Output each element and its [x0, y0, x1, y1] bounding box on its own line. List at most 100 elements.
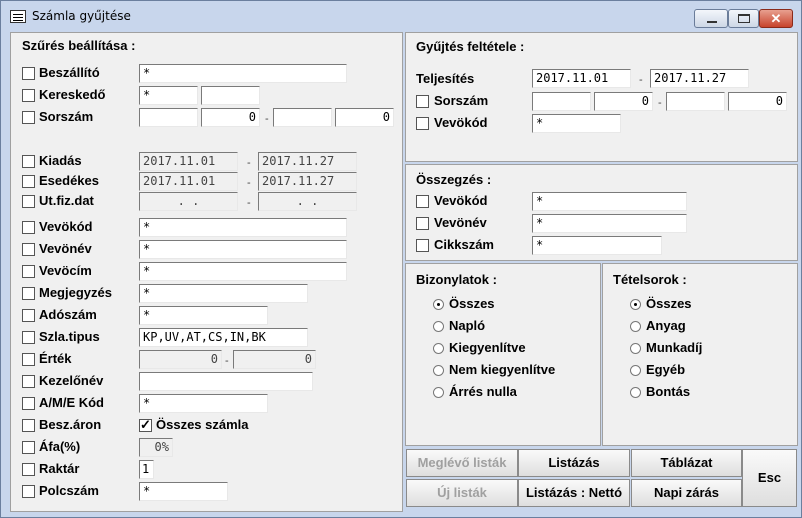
gyujtes-vevokod-input[interactable]: * [532, 114, 621, 133]
utfiz-from[interactable]: . . [139, 192, 238, 211]
sorszam-prefix-to[interactable] [273, 108, 332, 127]
bizonylatok-radio-nem-kiegyenlitve[interactable] [433, 365, 444, 376]
esc-button[interactable]: Esc [742, 449, 797, 507]
napi-zaras-button[interactable]: Napi zárás [631, 479, 742, 507]
ertek-to[interactable]: 0 [233, 350, 316, 369]
sorszam-checkbox[interactable] [22, 111, 35, 124]
kiadas-to[interactable]: 2017.11.27 [258, 152, 357, 171]
tetelsorok-radio-egyeb[interactable] [630, 365, 641, 376]
utfiz-checkbox[interactable] [22, 195, 35, 208]
tetelsorok-radio-osszes[interactable] [630, 299, 641, 310]
beszaron-checkbox[interactable] [22, 419, 35, 432]
sorszam-to[interactable]: 0 [335, 108, 394, 127]
beszaron-label: Besz.áron [39, 417, 102, 432]
beszallito-label: Beszállító [39, 65, 100, 80]
sorszam-prefix-from[interactable] [139, 108, 198, 127]
maximize-button[interactable] [728, 9, 759, 28]
gyujtes-sorszam-to[interactable]: 0 [728, 92, 787, 111]
kiadas-label: Kiadás [39, 153, 82, 168]
amekod-input[interactable]: * [139, 394, 268, 413]
teljesites-from[interactable]: 2017.11.01 [532, 69, 631, 88]
kiadas-checkbox[interactable] [22, 155, 35, 168]
vevocim-checkbox[interactable] [22, 265, 35, 278]
keresked-label: Kereskedő [39, 87, 106, 102]
tetelsorok-radio-anyag[interactable] [630, 321, 641, 332]
tablazat-button[interactable]: Táblázat [631, 449, 742, 477]
ertek-checkbox[interactable] [22, 353, 35, 366]
listazas-button[interactable]: Listázás [518, 449, 630, 477]
osszegzes-vevonev-checkbox[interactable] [416, 217, 429, 230]
vevokod-input[interactable]: * [139, 218, 347, 237]
gyujtes-panel: Gyűjtés feltétele : Teljesítés 2017.11.0… [405, 32, 798, 162]
vevokod-checkbox[interactable] [22, 221, 35, 234]
amekod-checkbox[interactable] [22, 397, 35, 410]
polcszam-checkbox[interactable] [22, 485, 35, 498]
osszegzes-vevonev-input[interactable]: * [532, 214, 687, 233]
raktar-checkbox[interactable] [22, 463, 35, 476]
close-button[interactable]: ✕ [759, 9, 793, 28]
keresked-input[interactable]: * [139, 86, 198, 105]
bizonylatok-radio-osszes[interactable] [433, 299, 444, 310]
tetelsorok-radio-bontas[interactable] [630, 387, 641, 398]
afa-input[interactable]: 0% [139, 438, 173, 457]
window: Számla gyűjtése ✕ Szűrés beállítása : Be… [0, 0, 802, 518]
tetelsorok-radio-munkadij[interactable] [630, 343, 641, 354]
gyujtes-sorszam-prefix-from[interactable] [532, 92, 591, 111]
adoszam-input[interactable]: * [139, 306, 268, 325]
title-bar[interactable]: Számla gyűjtése ✕ [1, 1, 801, 31]
uj-listak-button[interactable]: Új listák [406, 479, 518, 507]
osszegzes-cikkszam-checkbox[interactable] [416, 239, 429, 252]
keresked-checkbox[interactable] [22, 89, 35, 102]
megjegyzes-input[interactable]: * [139, 284, 308, 303]
afa-checkbox[interactable] [22, 441, 35, 454]
bizonylatok-option-label: Árrés nulla [449, 384, 517, 399]
vevocim-input[interactable]: * [139, 262, 347, 281]
app-icon[interactable] [10, 10, 26, 23]
keresked-input-2[interactable] [201, 86, 260, 105]
gyujtes-vevokod-checkbox[interactable] [416, 117, 429, 130]
esedekes-to[interactable]: 2017.11.27 [258, 172, 357, 191]
gyujtes-vevokod-label: Vevökód [434, 115, 488, 130]
sorszam-from[interactable]: 0 [201, 108, 260, 127]
esedekes-from[interactable]: 2017.11.01 [139, 172, 238, 191]
bizonylatok-radio-kiegyenlitve[interactable] [433, 343, 444, 354]
osszegzes-vevokod-checkbox[interactable] [416, 195, 429, 208]
osszegzes-cikkszam-input[interactable]: * [532, 236, 662, 255]
polcszam-input[interactable]: * [139, 482, 228, 501]
szlatipus-input[interactable]: KP,UV,AT,CS,IN,BK [139, 328, 308, 347]
vevokod-label: Vevökód [39, 219, 93, 234]
beszallito-checkbox[interactable] [22, 67, 35, 80]
minimize-icon [707, 21, 717, 23]
kezelonev-input[interactable] [139, 372, 313, 391]
osszegzes-panel: Összegzés : Vevökód * Vevönév * Cikkszám… [405, 164, 798, 261]
osszegzes-vevokod-input[interactable]: * [532, 192, 687, 211]
tetelsorok-option-label: Bontás [646, 384, 691, 399]
vevonev-input[interactable]: * [139, 240, 347, 259]
beszallito-input[interactable]: * [139, 64, 347, 83]
gyujtes-sorszam-prefix-to[interactable] [666, 92, 725, 111]
esedekes-checkbox[interactable] [22, 175, 35, 188]
megjegyzes-checkbox[interactable] [22, 287, 35, 300]
teljesites-to[interactable]: 2017.11.27 [650, 69, 749, 88]
gyujtes-sorszam-checkbox[interactable] [416, 95, 429, 108]
raktar-input[interactable]: 1 [139, 460, 154, 479]
osszegzes-header: Összegzés : [416, 172, 492, 187]
listazas-netto-button[interactable]: Listázás : Nettó [518, 479, 630, 507]
vevonev-checkbox[interactable] [22, 243, 35, 256]
szlatipus-checkbox[interactable] [22, 331, 35, 344]
kezelonev-checkbox[interactable] [22, 375, 35, 388]
minimize-button[interactable] [694, 9, 728, 28]
teljesites-label: Teljesítés [416, 71, 475, 86]
gyujtes-sorszam-from[interactable]: 0 [594, 92, 653, 111]
kiadas-from[interactable]: 2017.11.01 [139, 152, 238, 171]
ertek-from[interactable]: 0 [139, 350, 222, 369]
bizonylatok-option-label: Napló [449, 318, 486, 333]
bizonylatok-radio-naplo[interactable] [433, 321, 444, 332]
osszes-szamla-label: Összes számla [156, 417, 249, 432]
meglevo-listak-button[interactable]: Meglévő listák [406, 449, 518, 477]
osszes-szamla-checkbox[interactable] [139, 417, 152, 433]
bizonylatok-radio-arres-nulla[interactable] [433, 387, 444, 398]
adoszam-checkbox[interactable] [22, 309, 35, 322]
bizonylatok-header: Bizonylatok : [416, 272, 497, 287]
utfiz-to[interactable]: . . [258, 192, 357, 211]
